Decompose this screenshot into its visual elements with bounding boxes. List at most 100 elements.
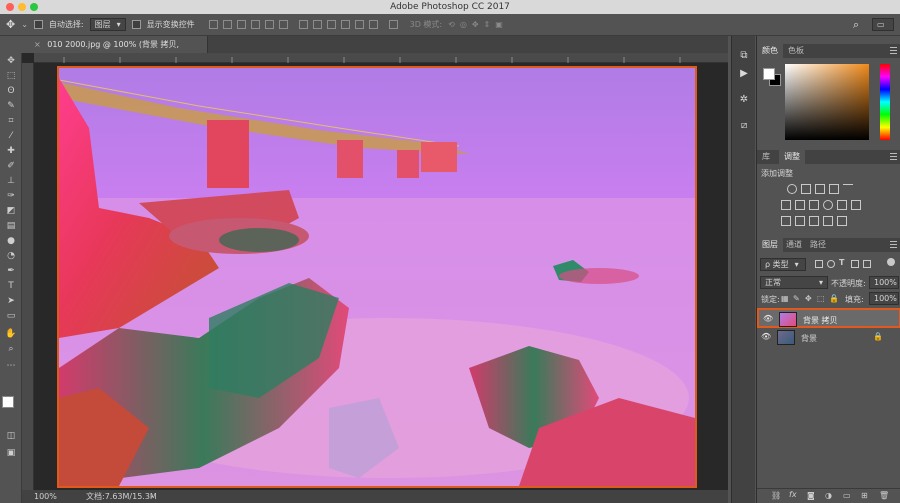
distribute-top-icon[interactable] [298,20,308,29]
link-layers-icon[interactable]: ⛓ [771,491,781,500]
eyedropper-tool-icon[interactable]: ⁄ [4,131,18,142]
curves-icon[interactable] [815,184,825,194]
exposure-icon[interactable] [829,184,839,194]
distribute-bottom-icon[interactable] [326,20,336,29]
filter-shape-icon[interactable] [851,260,859,268]
filter-smart-object-icon[interactable] [863,260,871,268]
distribute-right-icon[interactable] [368,20,378,29]
filter-toggle-icon[interactable] [887,258,895,266]
status-menu-chevron-icon[interactable]: › [150,490,153,503]
levels-icon[interactable] [801,184,811,194]
blur-tool-icon[interactable]: ● [4,236,18,247]
color-panel-menu-icon[interactable] [890,47,897,54]
type-tool-icon[interactable]: T [4,281,18,292]
properties-panel-icon[interactable]: ✲ [737,94,751,106]
tab-close-icon[interactable]: × [34,40,41,49]
marquee-tool-icon[interactable]: ⬚ [4,71,18,82]
auto-select-checkbox[interactable] [33,20,43,29]
align-bottom-icon[interactable] [236,20,246,29]
auto-select-dropdown[interactable]: 图层 ▾ [89,18,126,31]
search-icon[interactable]: ⌕ [853,18,859,32]
opacity-input[interactable]: 100% [869,276,899,289]
3d-roll-icon[interactable]: ◎ [460,20,467,29]
adjustments-panel-menu-icon[interactable] [890,153,897,160]
brush-panel-icon[interactable]: ⧄ [737,120,751,132]
rectangle-tool-icon[interactable]: ▭ [4,311,18,322]
layer-style-icon[interactable]: fx [789,490,797,499]
lock-position-icon[interactable]: ✥ [805,294,812,303]
document-image[interactable] [57,66,697,488]
hue-saturation-icon[interactable] [781,200,791,210]
lasso-tool-icon[interactable]: ʘ [4,86,18,97]
lock-transparent-icon[interactable]: ▦ [781,294,789,303]
history-brush-tool-icon[interactable]: ✑ [4,191,18,202]
brush-tool-icon[interactable]: ✐ [4,161,18,172]
workspace-switcher[interactable]: ▭ [872,18,894,31]
layer-row-background-copy[interactable]: 👁 背景 拷贝 [757,308,900,328]
vibrance-icon[interactable] [843,184,853,194]
3d-pan-icon[interactable]: ✥ [472,20,479,29]
clone-stamp-tool-icon[interactable]: ⊥ [4,176,18,187]
tab-libraries[interactable]: 库 [757,150,775,164]
brightness-contrast-icon[interactable] [787,184,797,194]
zoom-window-button[interactable] [30,3,38,11]
minimize-window-button[interactable] [18,3,26,11]
new-group-icon[interactable]: ▭ [843,491,851,500]
layer-filter-dropdown[interactable]: ρ 类型 ▾ [760,258,806,271]
align-left-icon[interactable] [250,20,260,29]
color-panel-foreground[interactable] [763,68,775,80]
threshold-icon[interactable] [809,216,819,226]
tab-adjustments[interactable]: 调整 [779,150,805,164]
quick-mask-icon[interactable]: ◫ [4,431,18,442]
path-select-tool-icon[interactable]: ➤ [4,296,18,307]
tool-preset-chevron-icon[interactable]: ⌄ [21,20,28,29]
3d-slide-icon[interactable]: ⇕ [484,20,491,29]
lock-all-icon[interactable]: 🔒 [829,294,839,303]
tab-paths[interactable]: 路径 [805,238,831,252]
layers-panel-menu-icon[interactable] [890,241,897,248]
eraser-tool-icon[interactable]: ◩ [4,206,18,217]
lock-artboard-icon[interactable]: ⬚ [817,294,825,303]
distribute-hcenter-icon[interactable] [354,20,364,29]
auto-align-icon[interactable] [388,20,398,29]
close-window-button[interactable] [6,3,14,11]
new-layer-icon[interactable]: ⊞ [861,491,868,500]
distribute-vcenter-icon[interactable] [312,20,322,29]
more-tools-icon[interactable]: ⋯ [4,361,18,372]
dodge-tool-icon[interactable]: ◔ [4,251,18,262]
black-white-icon[interactable] [809,200,819,210]
zoom-level[interactable]: 100% [34,490,57,503]
add-mask-icon[interactable]: ◙ [807,491,815,500]
crop-tool-icon[interactable]: ⌗ [4,116,18,127]
gradient-map-icon[interactable] [823,216,833,226]
new-adjustment-layer-icon[interactable]: ◑ [825,491,832,500]
show-transform-checkbox[interactable] [131,20,141,29]
filter-adjustment-icon[interactable] [827,260,835,268]
fill-input[interactable]: 100% [869,292,899,305]
history-panel-icon[interactable]: ⧉ [737,50,751,62]
screen-mode-icon[interactable]: ▣ [4,448,18,459]
move-tool-icon[interactable]: ✥ [4,56,18,67]
horizontal-ruler[interactable] [34,53,728,63]
quick-select-tool-icon[interactable]: ✎ [4,101,18,112]
selective-color-icon[interactable] [837,216,847,226]
actions-panel-icon[interactable]: ▶ [737,68,751,80]
move-tool-icon[interactable]: ✥ [6,18,15,31]
color-lookup-icon[interactable] [851,200,861,210]
visibility-eye-icon[interactable]: 👁 [761,332,771,341]
hue-slider[interactable] [880,64,890,140]
posterize-icon[interactable] [795,216,805,226]
vertical-ruler[interactable] [22,63,34,490]
photo-filter-icon[interactable] [823,200,833,210]
tab-color[interactable]: 颜色 [757,44,783,58]
hand-tool-icon[interactable]: ✋ [4,329,18,340]
align-right-icon[interactable] [278,20,288,29]
align-vcenter-icon[interactable] [222,20,232,29]
zoom-tool-icon[interactable]: ⌕ [4,344,18,355]
healing-brush-tool-icon[interactable]: ✚ [4,146,18,157]
lock-pixels-icon[interactable]: ✎ [793,294,800,303]
delete-layer-icon[interactable]: 🗑 [879,491,889,500]
foreground-color-swatch[interactable] [2,396,14,408]
color-balance-icon[interactable] [795,200,805,210]
invert-icon[interactable] [781,216,791,226]
